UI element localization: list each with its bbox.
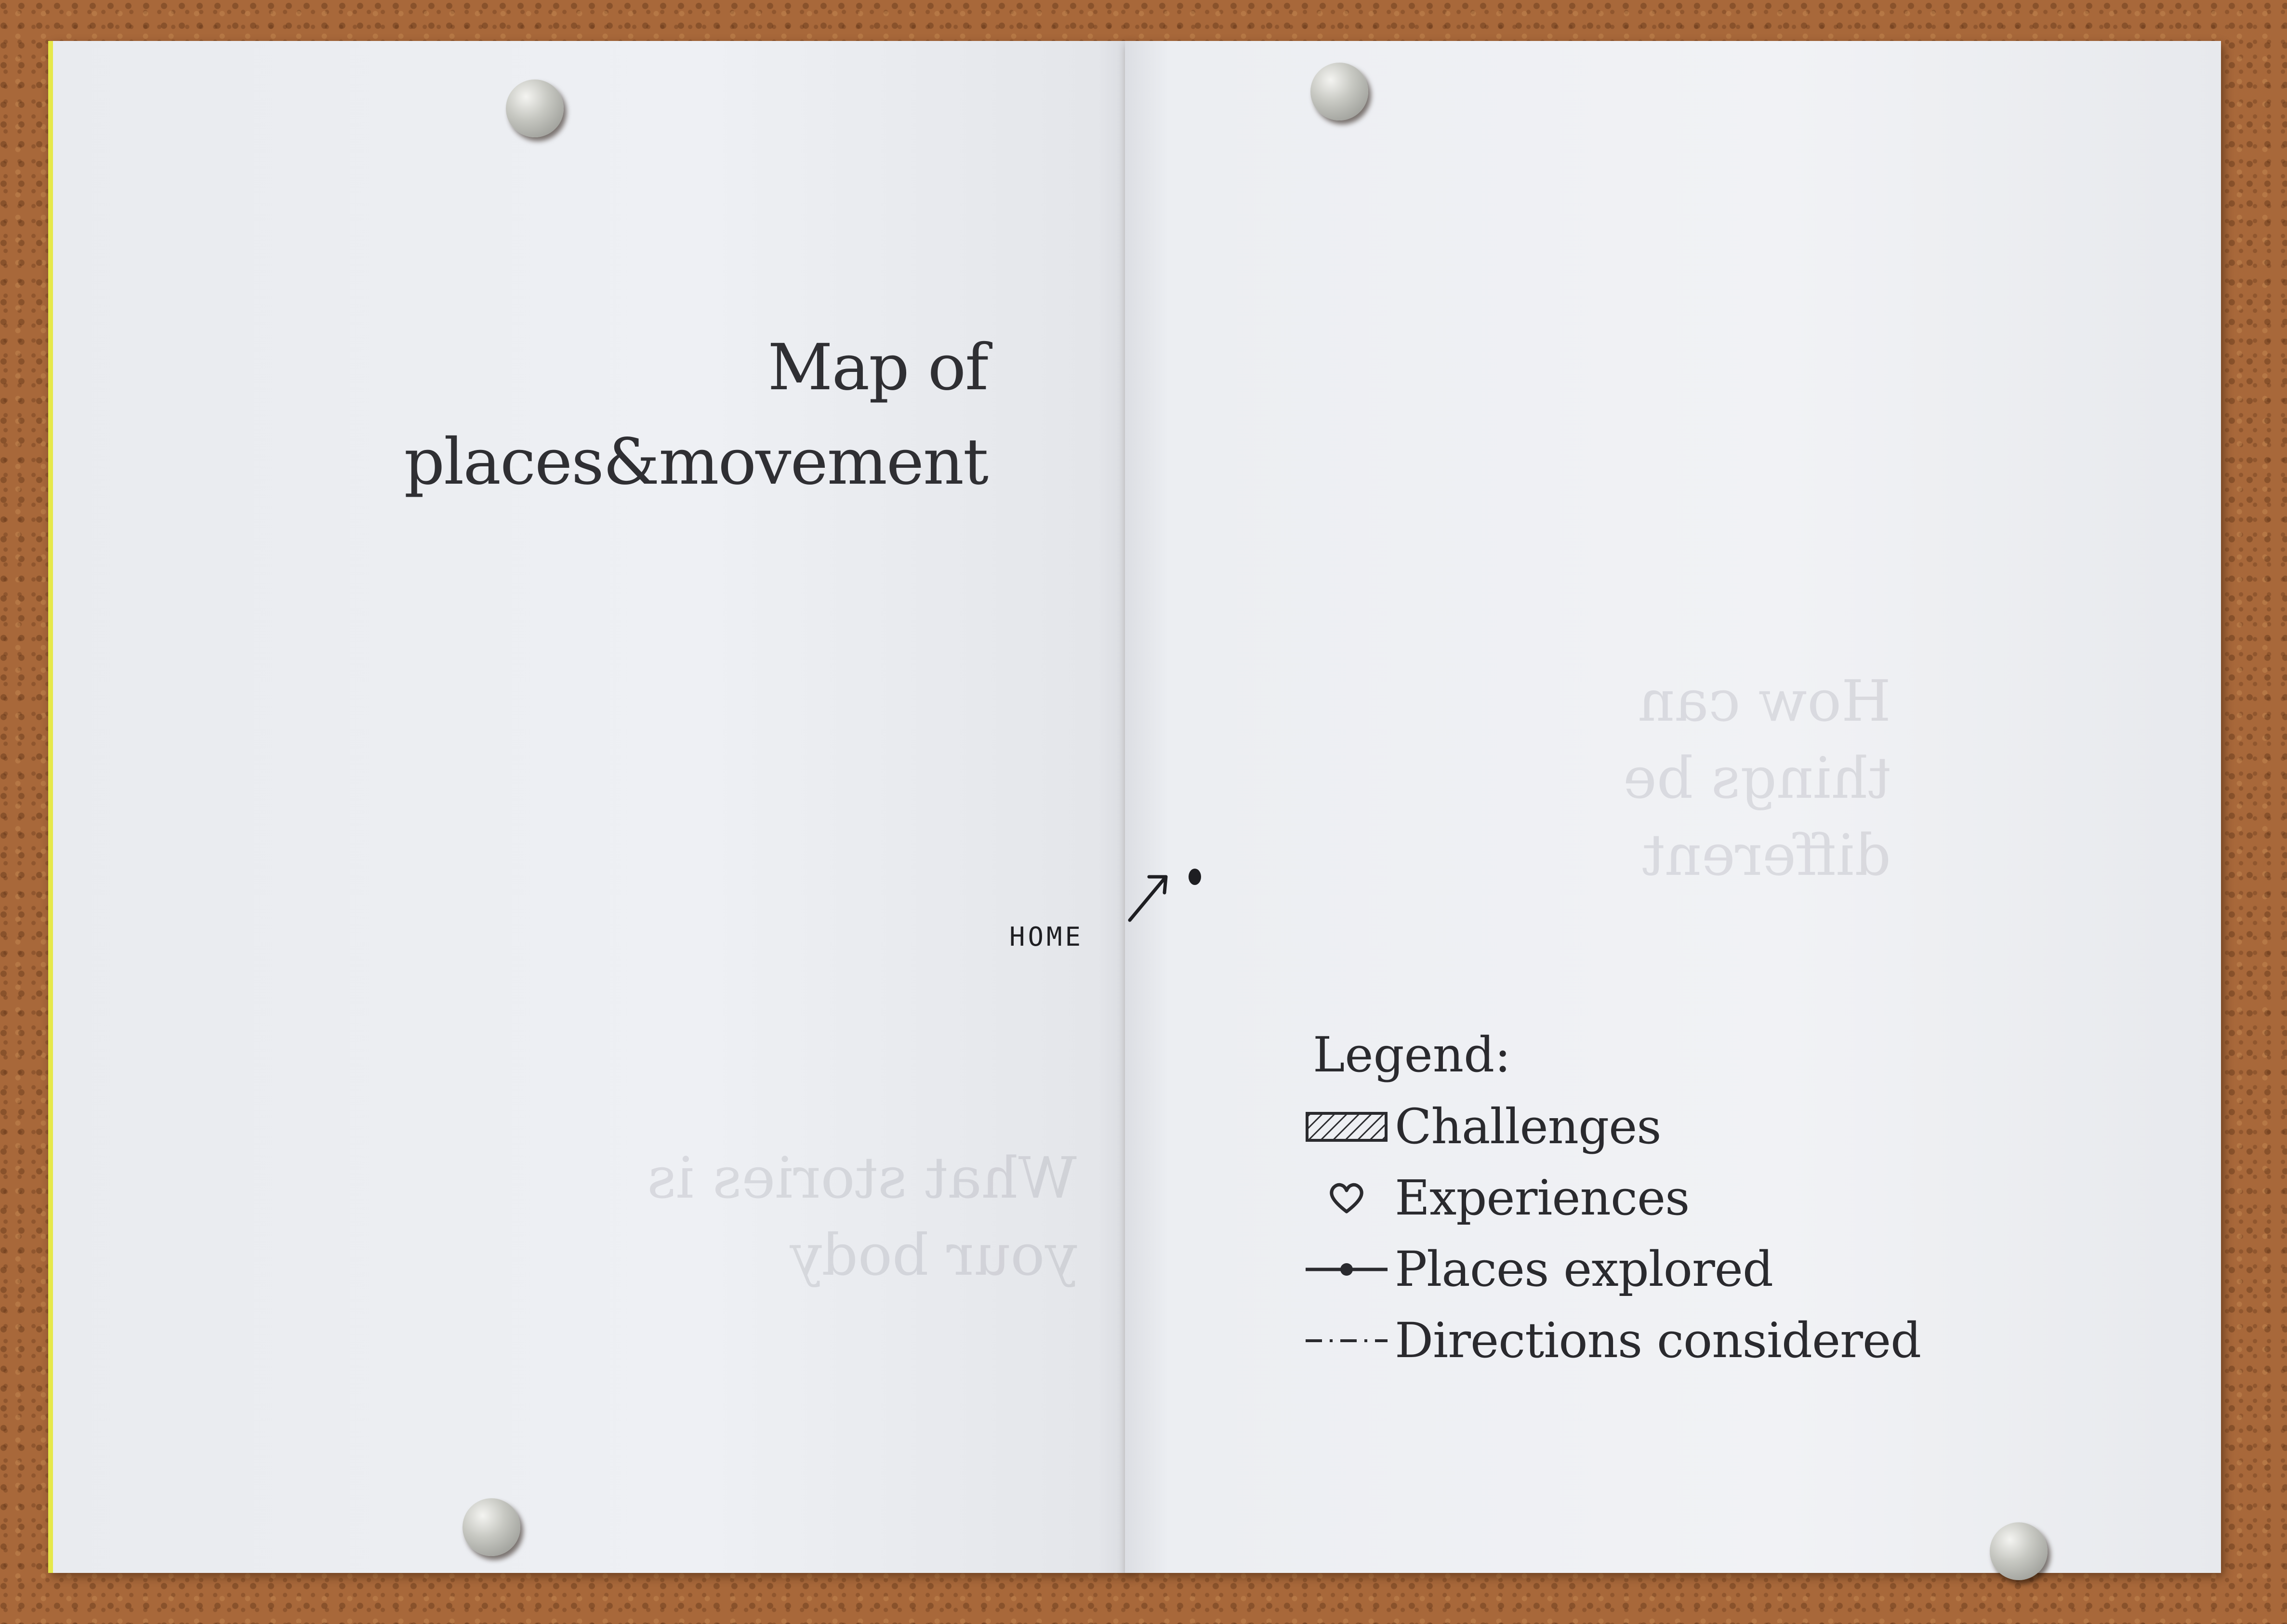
home-label: HOME bbox=[1009, 922, 1084, 952]
booklet: Map of places&movement What stories is y… bbox=[48, 41, 2221, 1573]
title-line-2: places&movement bbox=[404, 425, 989, 499]
title-line-1: Map of bbox=[767, 330, 989, 405]
arrow-icon bbox=[1128, 869, 1201, 922]
pushpin-top-middle bbox=[1310, 63, 1368, 120]
legend-item-places-explored: Places explored bbox=[1298, 1234, 1921, 1305]
legend-label-places-explored: Places explored bbox=[1395, 1241, 1773, 1297]
hatched-box-icon bbox=[1298, 1103, 1395, 1151]
legend-item-directions-considered: Directions considered bbox=[1298, 1305, 1921, 1376]
legend-label-directions-considered: Directions considered bbox=[1395, 1312, 1921, 1369]
line-dot-line-icon bbox=[1298, 1245, 1395, 1294]
legend-label-challenges: Challenges bbox=[1395, 1098, 1662, 1155]
bleed-through-text-left: What stories is your body bbox=[647, 1145, 1077, 1288]
dash-dot-line-icon bbox=[1298, 1317, 1395, 1365]
pushpin-bottom-left bbox=[463, 1498, 520, 1556]
heart-icon bbox=[1298, 1174, 1395, 1222]
legend-item-experiences: Experiences bbox=[1298, 1162, 1921, 1234]
pushpin-top-left bbox=[506, 79, 564, 137]
bleed-through-text-right: How can things be different bbox=[1623, 668, 1891, 888]
pushpin-bottom-right bbox=[1990, 1522, 2048, 1580]
legend-item-challenges: Challenges bbox=[1298, 1091, 1921, 1162]
right-page: How can things be different Legend: Chal… bbox=[1125, 41, 2221, 1573]
home-marker: HOME bbox=[1009, 841, 1202, 966]
legend-label-experiences: Experiences bbox=[1395, 1170, 1690, 1226]
legend: Legend: Challenges Experiences Places ex… bbox=[1298, 1019, 1921, 1376]
legend-title: Legend: bbox=[1313, 1027, 1511, 1083]
page-title: Map of places&movement bbox=[404, 320, 989, 509]
left-page: Map of places&movement What stories is y… bbox=[48, 41, 1130, 1573]
